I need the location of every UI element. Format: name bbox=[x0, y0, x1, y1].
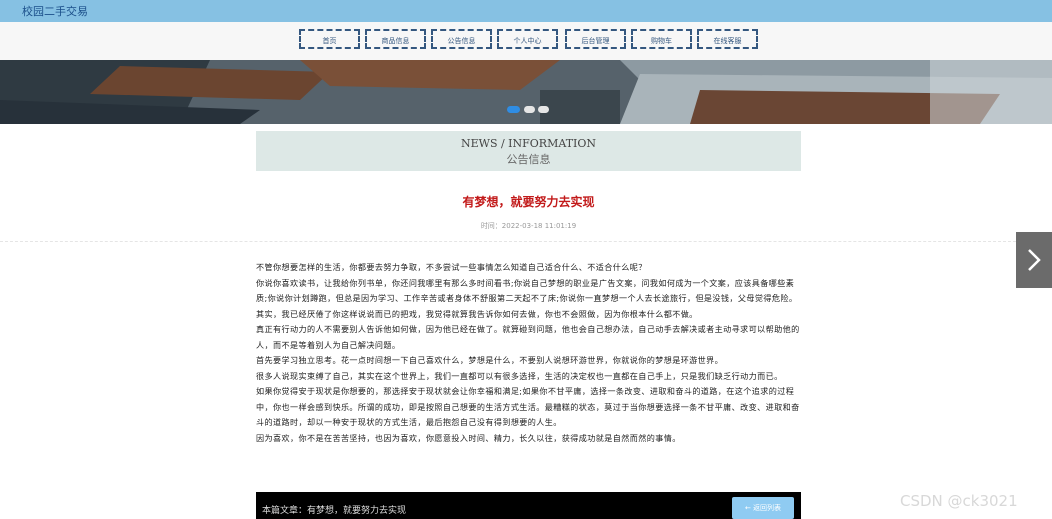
section-header: NEWS / INFORMATION 公告信息 bbox=[256, 131, 801, 171]
article-paragraph: 因为喜欢，你不是在苦苦坚持，也因为喜欢，你愿意投入时间、精力，长久以往，获得成功… bbox=[256, 432, 681, 443]
article-title: 有梦想，就要努力去实现 bbox=[462, 195, 595, 209]
nav-admin[interactable]: 后台管理 bbox=[565, 29, 626, 49]
watermark: CSDN @ck3021 bbox=[900, 492, 1018, 510]
banner-image bbox=[0, 60, 1052, 124]
nav-products[interactable]: 商品信息 bbox=[365, 29, 426, 49]
divider bbox=[0, 241, 1016, 242]
nav-cart[interactable]: 购物车 bbox=[631, 29, 692, 49]
carousel-dot-1[interactable] bbox=[507, 106, 520, 113]
article-body: 不管你想要怎样的生活，你都要去努力争取，不多尝试一些事情怎么知道自己适合什么、不… bbox=[256, 260, 801, 446]
article-paragraph: 如果你觉得安于现状是你想要的，那选择安于现状就会让你幸福和满足;如果你不甘平庸，… bbox=[256, 386, 800, 427]
section-title-en: NEWS / INFORMATION bbox=[460, 137, 597, 150]
nav-customer-service[interactable]: 在线客服 bbox=[697, 29, 758, 49]
carousel-dot-3[interactable] bbox=[538, 106, 549, 113]
carousel-dot-2[interactable] bbox=[524, 106, 535, 113]
banner-carousel[interactable] bbox=[0, 60, 1052, 124]
top-header: 校园二手交易 bbox=[0, 0, 1052, 23]
nav-announcements[interactable]: 公告信息 bbox=[431, 29, 492, 49]
chevron-right-icon bbox=[1028, 249, 1041, 271]
nav-user-center[interactable]: 个人中心 bbox=[497, 29, 558, 49]
main-nav: 首页 商品信息 公告信息 个人中心 后台管理 购物车 在线客服 bbox=[0, 22, 1052, 60]
next-article-button[interactable] bbox=[1016, 232, 1052, 288]
article-paragraph: 不管你想要怎样的生活，你都要去努力争取，不多尝试一些事情怎么知道自己适合什么、不… bbox=[256, 262, 647, 272]
return-list-label: 返回列表 bbox=[753, 504, 782, 512]
article-paragraph: 你说你喜欢读书，让我给你列书单，你还问我哪里有那么多时间看书;你说自己梦想的职业… bbox=[256, 277, 798, 319]
article-paragraph: 真正有行动力的人不需要别人告诉他如何做，因为他已经在做了。就算碰到问题，他也会自… bbox=[256, 324, 800, 350]
article-paragraph: 很多人说现实束缚了自己，其实在这个世界上，我们一直都可以有很多选择，生活的决定权… bbox=[256, 370, 783, 381]
article-footer: 本篇文章：有梦想，就要努力去实现 ← 返回列表 bbox=[256, 492, 801, 519]
section-title-cn: 公告信息 bbox=[506, 153, 551, 166]
arrow-left-icon: ← bbox=[744, 504, 751, 512]
article-paragraph: 首先要学习独立思考。花一点时间想一下自己喜欢什么，梦想是什么，不要别人说想环游世… bbox=[256, 355, 724, 365]
article-time: 时间：2022-03-18 11:01:19 bbox=[480, 222, 577, 230]
current-article-label: 本篇文章：有梦想，就要努力去实现 bbox=[262, 506, 407, 516]
nav-home[interactable]: 首页 bbox=[299, 29, 360, 49]
return-list-button[interactable]: ← 返回列表 bbox=[732, 497, 794, 519]
site-title[interactable]: 校园二手交易 bbox=[22, 3, 88, 19]
